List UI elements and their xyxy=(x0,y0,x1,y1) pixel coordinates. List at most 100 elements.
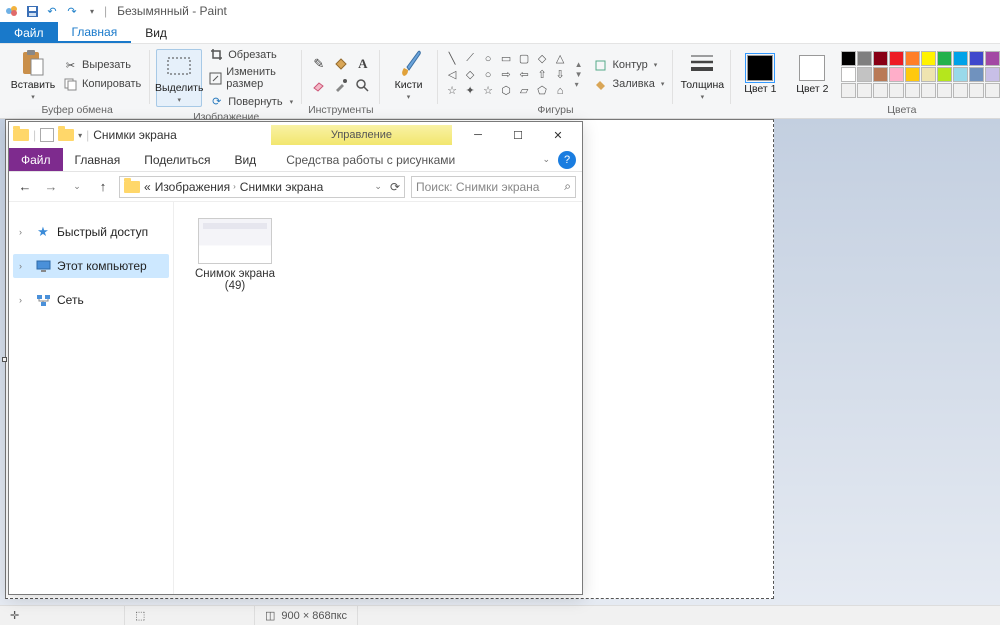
folder-icon xyxy=(13,129,29,141)
file-item[interactable]: Снимок экрана (49) xyxy=(190,218,280,292)
color-swatch[interactable] xyxy=(985,67,1000,82)
color-swatch[interactable] xyxy=(969,51,984,66)
color-swatch[interactable] xyxy=(937,83,952,98)
qat-dropdown-icon[interactable]: ▾ xyxy=(78,131,82,140)
folder-icon xyxy=(124,181,140,193)
exp-tab-share[interactable]: Поделиться xyxy=(132,148,222,171)
qat-dropdown-icon[interactable]: ▾ xyxy=(84,3,100,19)
color-swatch[interactable] xyxy=(841,83,856,98)
addr-dropdown-icon[interactable]: ⌄ xyxy=(374,181,382,192)
copy-button[interactable]: Копировать xyxy=(60,76,144,93)
redo-icon[interactable]: ↷ xyxy=(64,3,80,19)
color-swatch[interactable] xyxy=(969,67,984,82)
paste-button[interactable]: Вставить ▾ xyxy=(10,47,56,103)
color-swatch[interactable] xyxy=(889,67,904,82)
explorer-content-pane[interactable]: Снимок экрана (49) xyxy=(174,202,582,594)
nav-quick-access[interactable]: › ★ Быстрый доступ xyxy=(13,220,169,244)
color-swatch[interactable] xyxy=(953,83,968,98)
color-swatch[interactable] xyxy=(937,67,952,82)
color-swatch[interactable] xyxy=(921,67,936,82)
color-swatch[interactable] xyxy=(841,51,856,66)
nav-up-button[interactable]: ↑ xyxy=(93,177,113,197)
checkbox-icon[interactable] xyxy=(40,128,54,142)
maximize-button[interactable]: ☐ xyxy=(498,122,538,148)
color-swatch[interactable] xyxy=(857,83,872,98)
color-swatch[interactable] xyxy=(857,67,872,82)
color-swatch[interactable] xyxy=(985,51,1000,66)
fill-button[interactable]: Заливка▾ xyxy=(590,76,667,93)
color-swatch[interactable] xyxy=(889,83,904,98)
color-swatch[interactable] xyxy=(873,51,888,66)
resize-button[interactable]: Изменить размер xyxy=(206,65,296,91)
breadcrumb-seg[interactable]: Снимки экрана xyxy=(240,180,324,194)
thickness-button[interactable]: Толщина ▾ xyxy=(679,47,725,103)
nav-back-button[interactable]: ← xyxy=(15,177,35,197)
search-input[interactable]: Поиск: Снимки экрана ⌕ xyxy=(411,176,576,198)
paint-tabstrip: Файл Главная Вид xyxy=(0,22,1000,44)
select-button[interactable]: Выделить ▾ xyxy=(156,49,202,107)
tab-home[interactable]: Главная xyxy=(58,22,132,43)
undo-icon[interactable]: ↶ xyxy=(44,3,60,19)
crop-button[interactable]: Обрезать xyxy=(206,46,296,63)
color1-button[interactable]: Цвет 1 xyxy=(737,53,783,97)
exp-tab-context[interactable]: Средства работы с рисунками xyxy=(268,148,473,171)
manage-tab-header[interactable]: Управление xyxy=(271,125,452,145)
explorer-titlebar[interactable]: | ▾ | Снимки экрана Управление ─ ☐ ✕ xyxy=(9,122,582,148)
text-tool[interactable]: A xyxy=(353,54,373,74)
help-button[interactable]: ? xyxy=(558,151,576,169)
color-swatch[interactable] xyxy=(873,83,888,98)
color-swatch[interactable] xyxy=(985,83,1000,98)
zoom-tool[interactable] xyxy=(353,76,373,96)
exp-tab-view[interactable]: Вид xyxy=(222,148,268,171)
nav-this-pc[interactable]: › Этот компьютер xyxy=(13,254,169,278)
fill-tool[interactable] xyxy=(331,54,351,74)
expand-icon[interactable]: ▾ xyxy=(575,80,583,89)
color-swatch[interactable] xyxy=(889,51,904,66)
close-button[interactable]: ✕ xyxy=(538,122,578,148)
color-swatch[interactable] xyxy=(905,83,920,98)
tab-view[interactable]: Вид xyxy=(131,22,181,43)
pencil-tool[interactable]: ✎ xyxy=(309,54,329,74)
selection-size-icon: ⬚ xyxy=(135,609,145,622)
color-swatch[interactable] xyxy=(969,83,984,98)
color-swatch[interactable] xyxy=(905,67,920,82)
nav-forward-button[interactable]: → xyxy=(41,177,61,197)
color-swatch[interactable] xyxy=(953,51,968,66)
color-palette[interactable] xyxy=(841,51,1000,98)
eraser-tool[interactable] xyxy=(309,76,329,96)
color-swatch[interactable] xyxy=(857,51,872,66)
ribbon-group-tools: ✎ A Инструменты xyxy=(302,46,379,118)
select-icon xyxy=(165,52,193,80)
color-swatch[interactable] xyxy=(841,67,856,82)
refresh-icon[interactable]: ⟳ xyxy=(390,180,400,194)
color-swatch[interactable] xyxy=(953,67,968,82)
nav-history-button[interactable]: ⌄ xyxy=(67,177,87,197)
color-swatch[interactable] xyxy=(905,51,920,66)
exp-tab-home[interactable]: Главная xyxy=(63,148,133,171)
explorer-window: | ▾ | Снимки экрана Управление ─ ☐ ✕ Фай… xyxy=(8,121,583,595)
cut-button[interactable]: ✂Вырезать xyxy=(60,57,144,74)
resize-icon xyxy=(209,71,222,86)
color-swatch[interactable] xyxy=(921,51,936,66)
ribbon-collapse-icon[interactable]: ⌄ xyxy=(542,154,550,165)
color-swatch[interactable] xyxy=(937,51,952,66)
resize-handle-left[interactable] xyxy=(2,357,7,362)
outline-button[interactable]: Контур▾ xyxy=(590,57,667,74)
tab-file[interactable]: Файл xyxy=(0,22,58,43)
nav-network[interactable]: › Сеть xyxy=(13,288,169,312)
picker-tool[interactable] xyxy=(331,76,351,96)
rotate-button[interactable]: ⟳Повернуть▾ xyxy=(206,93,296,110)
scroll-down-icon[interactable]: ▼ xyxy=(575,70,583,79)
minimize-button[interactable]: ─ xyxy=(458,122,498,148)
save-icon[interactable] xyxy=(24,3,40,19)
address-bar[interactable]: « Изображения› Снимки экрана ⌄ ⟳ xyxy=(119,176,405,198)
color-swatch[interactable] xyxy=(921,83,936,98)
color2-button[interactable]: Цвет 2 xyxy=(789,53,835,97)
exp-tab-file[interactable]: Файл xyxy=(9,148,63,171)
brushes-button[interactable]: Кисти ▾ xyxy=(386,47,432,103)
color-swatch[interactable] xyxy=(873,67,888,82)
scroll-up-icon[interactable]: ▲ xyxy=(575,60,583,69)
outline-icon xyxy=(593,58,608,73)
shapes-gallery[interactable]: ╲⟋○▭▢◇△ ◁◇○⇨⇦⇧⇩ ☆✦☆⬡▱⬠⌂ xyxy=(444,51,569,98)
breadcrumb-seg[interactable]: Изображения xyxy=(155,180,230,194)
